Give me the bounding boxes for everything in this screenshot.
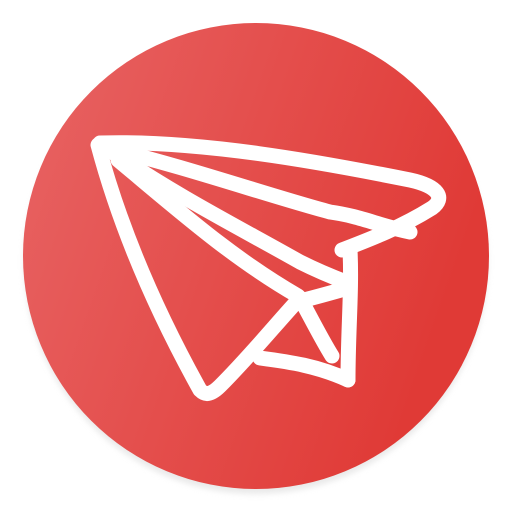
paper-plane-icon: [23, 23, 489, 494]
plane-right-edge: [340, 242, 359, 388]
icon-background-circle: [23, 23, 489, 489]
app-icon: [0, 0, 512, 512]
